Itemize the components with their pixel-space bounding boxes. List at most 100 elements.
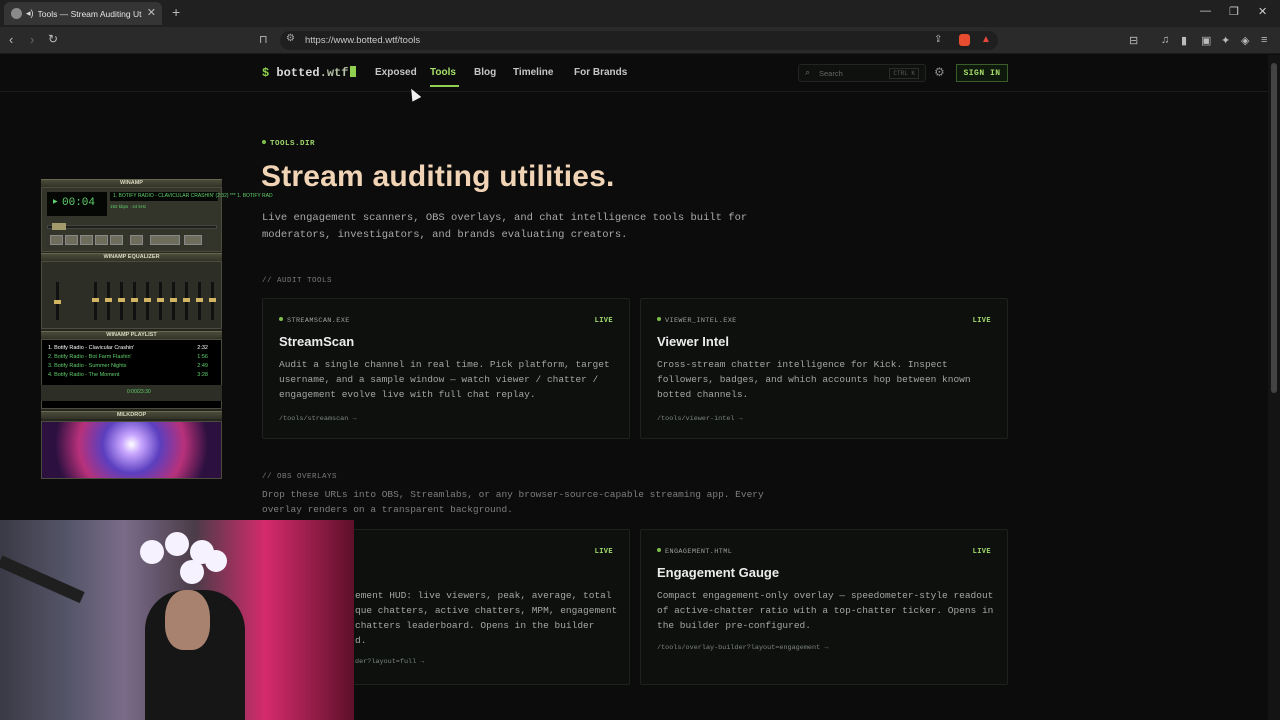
light-panel (140, 540, 164, 564)
nav-tools[interactable]: Tools (430, 67, 456, 78)
search-input[interactable]: ⌕ Search CTRL K (798, 64, 926, 82)
card-link[interactable]: /tools/viewer-intel → (657, 415, 743, 423)
leo-ai-icon[interactable]: ✦ (1221, 34, 1230, 47)
light-panel (180, 560, 204, 584)
brave-shields-icon[interactable] (959, 34, 970, 46)
forward-icon[interactable]: › (30, 32, 34, 47)
repeat-button[interactable] (184, 235, 202, 245)
eq-knob[interactable] (157, 298, 164, 302)
eq-knob[interactable] (183, 298, 190, 302)
hero-lead: Live engagement scanners, OBS overlays, … (262, 212, 748, 241)
playlist-titlebar[interactable]: WINAMP PLAYLIST (41, 331, 222, 339)
card-title: Engagement Gauge (657, 565, 780, 580)
card-key: VIEWER_INTEL.EXE (657, 317, 737, 325)
streamer-head (165, 590, 210, 650)
play-button[interactable] (65, 235, 78, 245)
close-window-icon[interactable]: ✕ (1258, 5, 1267, 18)
section-description: Drop these URLs into OBS, Streamlabs, or… (262, 489, 764, 515)
sidebar-panel-icon[interactable]: ⊟ (1129, 34, 1138, 47)
site-header: $ botted.wtf Exposed Tools Blog Timeline… (0, 55, 1268, 92)
stop-button[interactable] (95, 235, 108, 245)
milkdrop-titlebar[interactable]: MILKDROP (41, 411, 222, 419)
page-scrollbar[interactable] (1268, 55, 1280, 720)
wallet-icon[interactable]: ▣ (1201, 34, 1211, 47)
eq-knob[interactable] (209, 298, 216, 302)
status-dot-icon (657, 317, 661, 321)
maximize-icon[interactable]: ❐ (1229, 5, 1239, 18)
card-link[interactable]: /tools/overlay-builder?layout=engagement… (657, 644, 828, 652)
card-link[interactable]: /tools/streamscan → (279, 415, 357, 423)
playlist-item[interactable]: 3. Botify Radio - Summer Nights 2:49 (48, 363, 208, 369)
close-tab-icon[interactable]: ✕ (147, 6, 156, 19)
eq-knob[interactable] (118, 298, 125, 302)
reader-icon[interactable]: ▮ (1181, 34, 1187, 47)
winamp-player: WINAMP ▶ 00:04 1. BOTIFY RADIO - CLAVICU… (41, 179, 273, 479)
eq-knob[interactable] (170, 298, 177, 302)
share-icon[interactable]: ⇪ (934, 34, 942, 45)
eq-knob[interactable] (196, 298, 203, 302)
hero-eyebrow: TOOLS.DIR (262, 140, 315, 148)
winamp-titlebar[interactable]: WINAMP (41, 179, 222, 187)
site-info-icon[interactable]: ⚙ (286, 33, 295, 44)
eq-knob[interactable] (144, 298, 151, 302)
active-nav-underline (430, 85, 459, 87)
eject-button[interactable] (130, 235, 143, 245)
tool-card-streamscan[interactable]: STREAMSCAN.EXE LIVE StreamScan Audit a s… (262, 298, 630, 439)
back-icon[interactable]: ‹ (9, 32, 13, 47)
eq-knob[interactable] (131, 298, 138, 302)
url-text[interactable]: https://www.botted.wtf/tools (305, 35, 420, 46)
speaker-icon[interactable]: ◂) (26, 8, 34, 19)
minimize-icon[interactable]: — (1200, 5, 1211, 17)
next-button[interactable] (110, 235, 123, 245)
card-link[interactable]: der?layout=full → (355, 658, 424, 666)
music-icon[interactable]: ♫ (1161, 34, 1169, 46)
vpn-icon[interactable]: ◈ (1241, 34, 1249, 47)
pause-button[interactable] (80, 235, 93, 245)
shuffle-button[interactable] (150, 235, 180, 245)
playlist-controls[interactable]: 0:00/23:30 (41, 385, 222, 401)
cursor-block-icon (350, 66, 357, 77)
nav-blog[interactable]: Blog (474, 67, 496, 78)
brave-rewards-icon[interactable]: ▲ (981, 34, 991, 45)
address-bar[interactable]: ⚙ https://www.botted.wtf/tools ⇪ ▲ (280, 31, 998, 50)
equalizer-titlebar[interactable]: WINAMP EQUALIZER (41, 253, 222, 261)
new-tab-button[interactable]: + (172, 4, 180, 20)
search-icon: ⌕ (805, 67, 811, 77)
bookmark-icon[interactable]: ⊓ (259, 33, 268, 46)
playlist-item[interactable]: 2. Botify Radio - Bot Farm Flashin' 1:56 (48, 354, 208, 360)
light-panel (165, 532, 189, 556)
tool-card-viewer-intel[interactable]: VIEWER_INTEL.EXE LIVE Viewer Intel Cross… (640, 298, 1008, 439)
winamp-time-display: ▶ 00:04 (47, 192, 107, 216)
nav-timeline[interactable]: Timeline (513, 67, 553, 78)
eq-knob[interactable] (105, 298, 112, 302)
microphone-arm (0, 555, 85, 604)
tab-title: Tools — Stream Auditing Utili (37, 8, 142, 19)
winamp-bitrate: 192 kbps · 44 kHz (110, 204, 147, 209)
status-dot-icon (657, 548, 661, 552)
page-title: Stream auditing utilities. (261, 160, 615, 193)
nav-exposed[interactable]: Exposed (375, 67, 417, 78)
browser-tab[interactable]: ◂) Tools — Stream Auditing Utili ✕ (4, 2, 162, 25)
prev-button[interactable] (50, 235, 63, 245)
eq-knob[interactable] (92, 298, 99, 302)
light-panel (205, 550, 227, 572)
playlist-item[interactable]: 4. Botify Radio - The Moment 3:28 (48, 372, 208, 378)
card-key: STREAMSCAN.EXE (279, 317, 350, 325)
milkdrop-visualizer (41, 421, 222, 479)
sign-in-button[interactable]: SIGN IN (956, 64, 1008, 82)
site-logo[interactable]: $ botted.wtf (262, 66, 357, 80)
settings-gear-icon[interactable]: ⚙ (934, 65, 945, 79)
winamp-seek-knob[interactable] (52, 223, 66, 230)
nav-for-brands[interactable]: For Brands (574, 67, 627, 78)
search-shortcut-hint: CTRL K (889, 68, 919, 79)
scrollbar-thumb[interactable] (1271, 63, 1277, 393)
browser-toolbar: ‹ › ↻ ⊓ ⚙ https://www.botted.wtf/tools ⇪… (0, 27, 1280, 54)
section-heading-audit-tools: // AUDIT TOOLS (262, 277, 333, 285)
menu-icon[interactable]: ≡ (1261, 34, 1267, 46)
status-dot-icon (279, 317, 283, 321)
winamp-seek-bar[interactable] (47, 225, 217, 229)
eq-knob[interactable] (54, 300, 61, 304)
overlay-card-engagement-gauge[interactable]: ENGAGEMENT.HTML LIVE Engagement Gauge Co… (640, 529, 1008, 685)
reload-icon[interactable]: ↻ (48, 32, 58, 46)
playlist-item[interactable]: 1. Botify Radio - Clavicular Crashin' 2:3… (48, 345, 208, 351)
